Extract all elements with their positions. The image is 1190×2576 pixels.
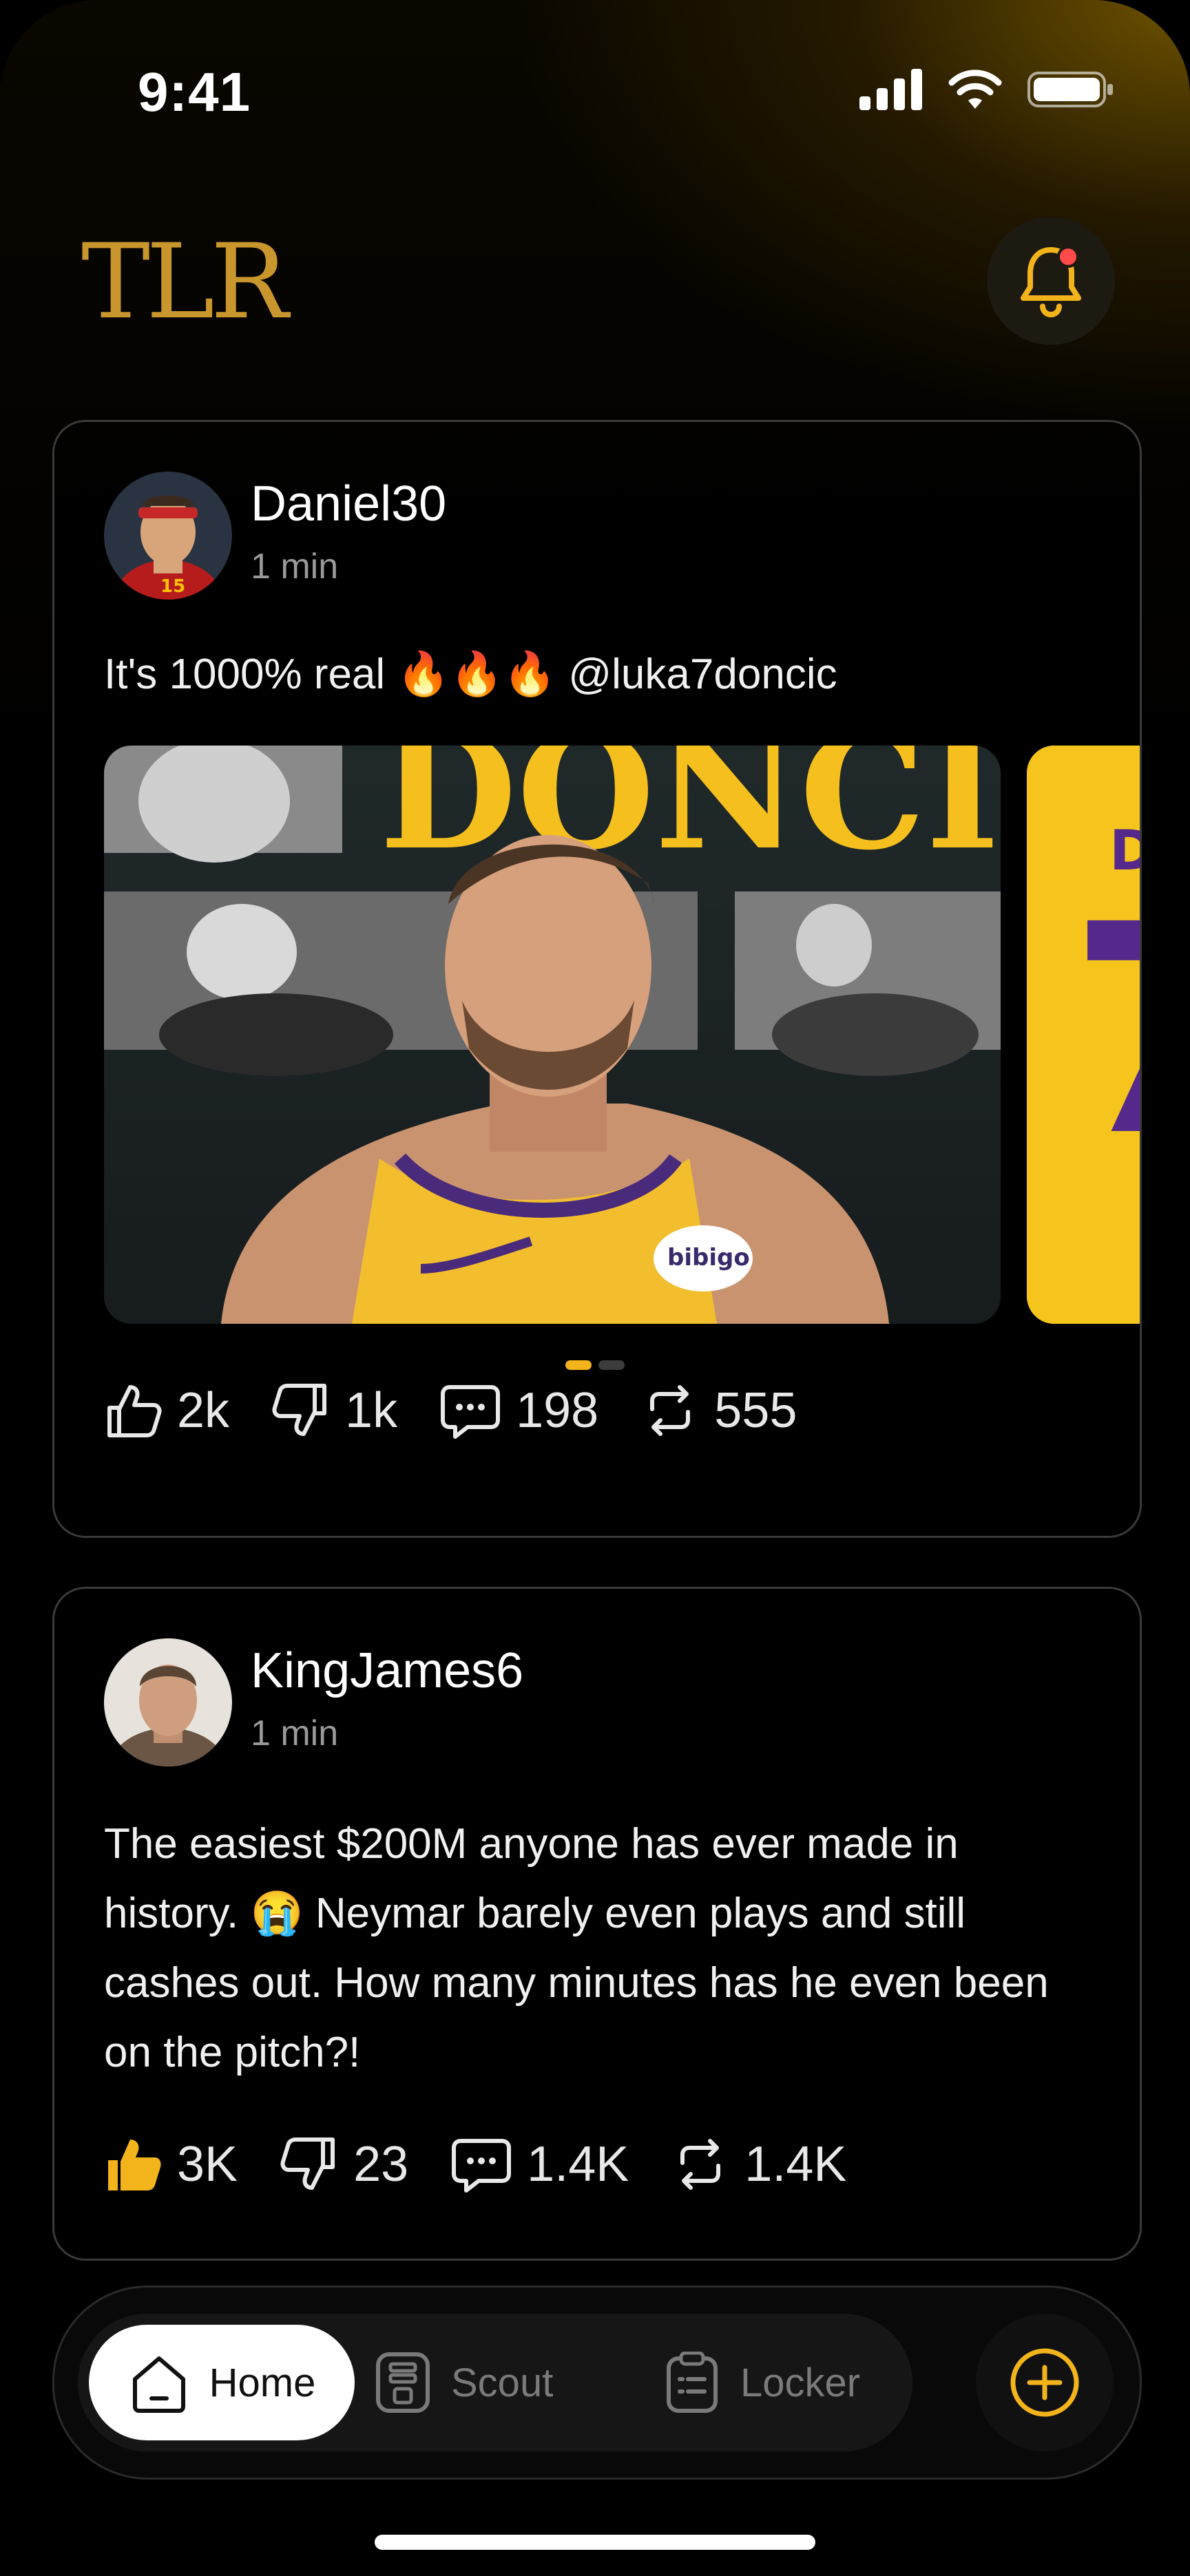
repost-icon <box>650 1385 691 1436</box>
nav-home-label: Home <box>209 2360 316 2405</box>
thumbs-up-icon <box>107 1385 162 1437</box>
plus-circle-icon <box>1010 2348 1079 2417</box>
bottom-nav: Home Scout Locker <box>52 2285 1142 2480</box>
like-count: 3K <box>177 2137 238 2192</box>
nav-locker-label: Locker <box>740 2360 861 2405</box>
app-logo[interactable]: TLR <box>81 231 289 334</box>
dislike-count: 1k <box>345 1383 398 1438</box>
clipboard-icon <box>667 2352 718 2413</box>
status-icons <box>859 69 1114 110</box>
thumbs-down-icon <box>280 2137 335 2190</box>
post-time: 1 min <box>251 547 339 587</box>
post-username[interactable]: Daniel30 <box>251 476 446 532</box>
post-image[interactable]: DONCIC bibigo <box>104 746 1001 1324</box>
dislike-button[interactable]: 1k <box>272 1382 397 1439</box>
like-button[interactable]: 2k <box>104 1382 229 1439</box>
carousel-dot[interactable] <box>598 1360 625 1370</box>
post-actions: 2k 1k 198 555 <box>104 1382 839 1439</box>
comment-icon <box>452 2139 512 2193</box>
post-card[interactable]: KingJames6 1 min The easiest $200M anyon… <box>52 1587 1142 2261</box>
wifi-icon <box>948 70 1002 109</box>
dislike-count: 23 <box>353 2137 409 2192</box>
create-post-button[interactable] <box>976 2314 1114 2451</box>
svg-text:15: 15 <box>160 576 185 597</box>
thumbs-down-icon <box>272 1384 327 1436</box>
avatar[interactable] <box>104 1638 232 1766</box>
app-screen: 9:41 TLR 15 Daniel30 1 min It's 1000% re… <box>0 0 1190 2576</box>
svg-text:DONCIC: DONCIC <box>379 746 1001 885</box>
thumbs-up-filled-icon <box>108 2140 161 2190</box>
comment-count: 1.4K <box>527 2137 629 2192</box>
repost-count: 555 <box>714 1383 797 1438</box>
dislike-button[interactable]: 23 <box>280 2135 408 2193</box>
repost-icon <box>680 2139 721 2190</box>
status-time: 9:41 <box>138 61 251 123</box>
like-button[interactable]: 3K <box>104 2135 238 2193</box>
post-card[interactable]: 15 Daniel30 1 min It's 1000% real 🔥🔥🔥 @l… <box>52 420 1142 1538</box>
nav-scout-label: Scout <box>451 2360 554 2405</box>
comment-button[interactable]: 1.4K <box>451 2135 629 2193</box>
notification-badge <box>1057 246 1079 268</box>
comment-icon <box>441 1385 501 1439</box>
battery-icon <box>1027 72 1113 107</box>
svg-text:bibigo: bibigo <box>667 1244 750 1271</box>
post-username[interactable]: KingJames6 <box>251 1643 523 1699</box>
post-actions: 3K 23 1.4K 1.4K <box>104 2135 889 2193</box>
scout-icon <box>376 2352 430 2413</box>
signal-icon <box>859 69 922 110</box>
repost-count: 1.4K <box>744 2137 847 2192</box>
carousel-indicator <box>565 1360 625 1370</box>
nav-scout[interactable]: Scout <box>374 2325 553 2440</box>
home-icon <box>132 2356 185 2413</box>
comment-count: 198 <box>516 1383 599 1438</box>
nav-tabs: Home Scout Locker <box>78 2314 912 2451</box>
post-time: 1 min <box>251 1713 339 1753</box>
svg-text:7: 7 <box>1068 863 1142 1200</box>
status-bar: 9:41 <box>0 0 1190 179</box>
comment-button[interactable]: 198 <box>440 1382 598 1439</box>
carousel-dot[interactable] <box>565 1360 592 1370</box>
post-text: It's 1000% real 🔥🔥🔥 @luka7doncic <box>104 651 837 698</box>
notifications-button[interactable] <box>987 217 1115 345</box>
home-indicator[interactable] <box>375 2535 815 2550</box>
nav-home[interactable]: Home <box>89 2325 355 2440</box>
nav-locker[interactable]: Locker <box>663 2325 860 2440</box>
repost-button[interactable]: 1.4K <box>671 2135 846 2193</box>
post-text: The easiest $200M anyone has ever made i… <box>104 1820 1049 2076</box>
like-count: 2k <box>177 1383 230 1438</box>
repost-button[interactable]: 555 <box>641 1382 797 1439</box>
avatar[interactable]: 15 <box>104 472 232 600</box>
post-image-next[interactable]: D 7 <box>1027 746 1142 1324</box>
